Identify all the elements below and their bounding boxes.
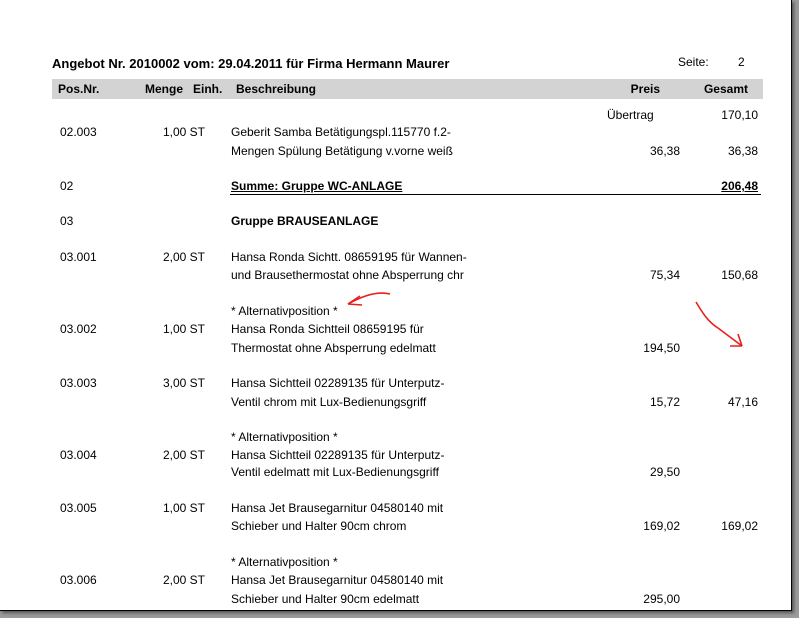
row-preis: 75,34 [649, 268, 680, 282]
row-description-line1: Hansa Ronda Sichtt. 08659195 für Wannen- [231, 250, 467, 264]
alternative-position-label: * Alternativposition * [231, 555, 338, 569]
group-label: Gruppe BRAUSEANLAGE [231, 214, 379, 228]
annotation-arrow-left-icon [347, 292, 391, 306]
row-menge: 2,00 ST [162, 573, 205, 587]
uebertrag-label: Übertrag [607, 108, 654, 122]
row-description-line2: Ventil edelmatt mit Lux-Bedienungsgriff [231, 465, 439, 479]
sum-underline [230, 194, 761, 195]
row-menge: 1,00 ST [162, 501, 205, 515]
row-gesamt: 36,38 [727, 144, 758, 158]
annotation-arrow-down-right-icon [695, 301, 743, 347]
row-description-line2: Ventil chrom mit Lux-Bedienungsgriff [231, 395, 427, 409]
row-description-line1: Hansa Sichtteil 02289135 für Unterputz- [231, 376, 445, 390]
document-title: Angebot Nr. 2010002 vom: 29.04.2011 für … [52, 56, 450, 71]
page-number: 2 [738, 55, 745, 69]
row-preis: 169,02 [643, 519, 680, 533]
row-description-line2: Schieber und Halter 90cm edelmatt [231, 592, 420, 606]
row-description-line2: Mengen Spülung Betätigung v.vorne weiß [231, 144, 453, 158]
row-preis: 15,72 [649, 395, 680, 409]
column-header-preis: Preis [630, 82, 660, 96]
row-gesamt: 169,02 [721, 519, 758, 533]
column-header-gesamt: Gesamt [703, 82, 748, 96]
row-menge: 1,00 ST [162, 125, 205, 139]
row-pos: 03.006 [60, 573, 97, 587]
row-description-line1: Hansa Jet Brausegarnitur 04580140 mit [231, 573, 444, 587]
row-menge: 2,00 ST [162, 250, 205, 264]
row-gesamt: 150,68 [721, 268, 758, 282]
document-page: Angebot Nr. 2010002 vom: 29.04.2011 für … [0, 0, 792, 611]
row-pos: 03.001 [60, 250, 97, 264]
row-preis: 29,50 [649, 465, 680, 479]
row-gesamt: 47,16 [727, 395, 758, 409]
row-pos: 03.002 [60, 322, 97, 336]
sum-value: 206,48 [721, 179, 758, 193]
row-preis: 194,50 [643, 341, 680, 355]
column-header-einh: Einh. [193, 82, 223, 96]
row-pos: 03.005 [60, 501, 97, 515]
row-pos: 02.003 [60, 125, 97, 139]
row-description-line1: Hansa Sichtteil 02289135 für Unterputz- [231, 448, 445, 462]
row-pos: 03.004 [60, 448, 97, 462]
page-label: Seite: [678, 55, 709, 69]
row-description-line2: Thermostat ohne Absperrung edelmatt [231, 341, 436, 355]
row-preis: 295,00 [643, 592, 680, 606]
column-header-beschreibung: Beschreibung [236, 82, 317, 96]
row-menge: 1,00 ST [162, 322, 205, 336]
row-description-line2: Schieber und Halter 90cm chrom [231, 519, 407, 533]
sum-pos: 02 [60, 179, 74, 193]
row-menge: 3,00 ST [162, 376, 205, 390]
row-preis: 36,38 [649, 144, 680, 158]
uebertrag-value: 170,10 [721, 108, 758, 122]
alternative-position-label: * Alternativposition * [231, 430, 338, 444]
row-description-line1: Hansa Jet Brausegarnitur 04580140 mit [231, 501, 444, 515]
row-description-line2: und Brausethermostat ohne Absperrung chr [231, 268, 464, 282]
row-pos: 03.003 [60, 376, 97, 390]
alternative-position-label: * Alternativposition * [231, 304, 338, 318]
column-header-menge: Menge [145, 82, 184, 96]
row-menge: 2,00 ST [162, 448, 205, 462]
row-description-line1: Geberit Samba Betätigungspl.115770 f.2- [231, 125, 451, 139]
group-pos: 03 [60, 214, 74, 228]
column-header-pos: Pos.Nr. [58, 82, 100, 96]
sum-label: Summe: Gruppe WC-ANLAGE [231, 179, 403, 193]
row-description-line1: Hansa Ronda Sichtteil 08659195 für [231, 322, 424, 336]
